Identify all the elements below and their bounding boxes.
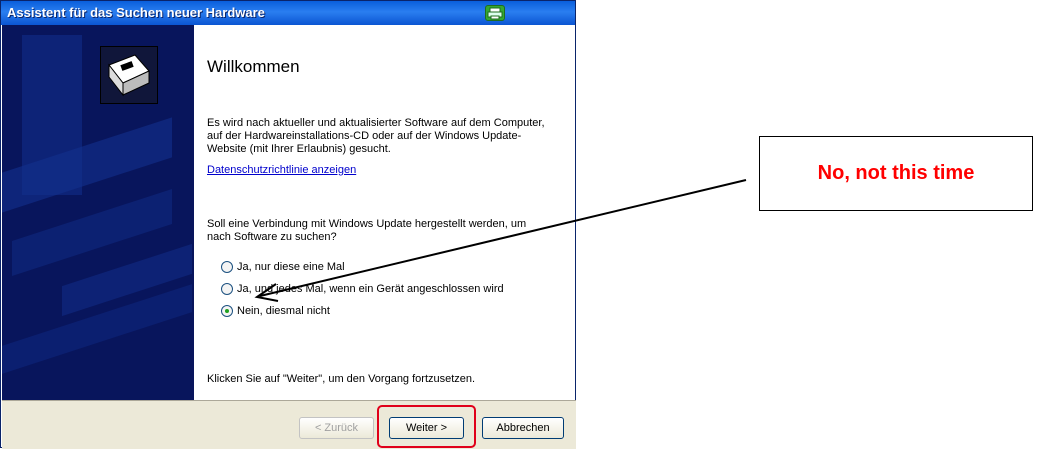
callout-arrow bbox=[254, 179, 747, 302]
callout-box: No, not this time bbox=[759, 136, 1033, 211]
